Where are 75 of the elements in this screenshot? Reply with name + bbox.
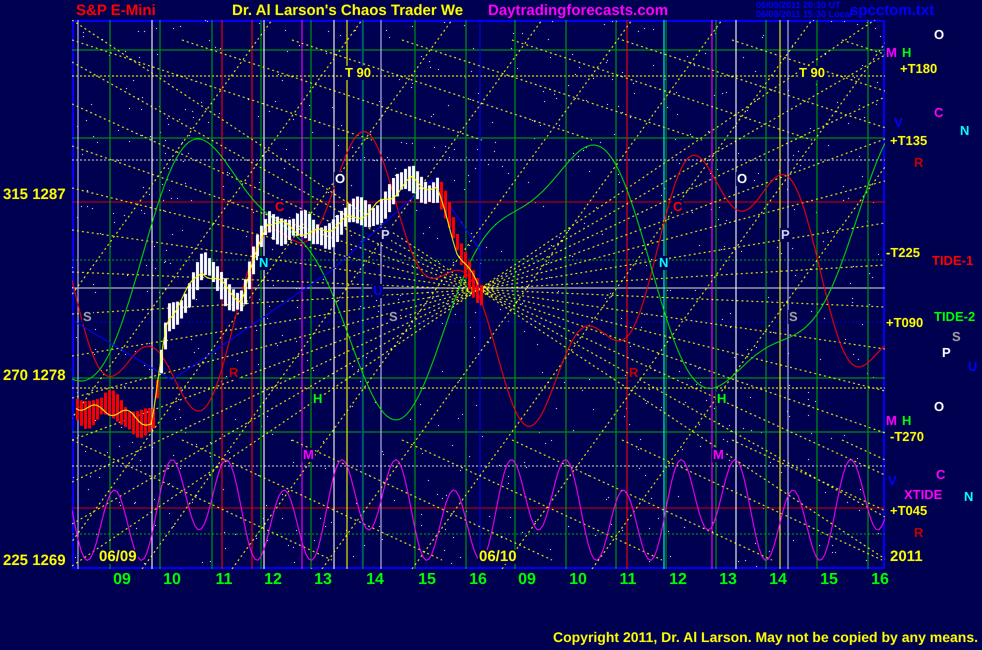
level-label: U [967,360,978,374]
file-name: spcctom.txt [850,2,934,19]
hour-label: 12 [264,571,282,589]
level-label: P [941,346,952,360]
level-label: N [959,124,970,138]
level-label: +T135 [889,134,928,148]
date-label: 06/09 [98,550,138,564]
chart-marker: S [388,310,399,324]
level-label: -T225 [885,246,921,260]
level-label: TIDE-1 [931,254,974,268]
level-label: XTIDE [903,488,944,502]
level-label: TIDE-2 [933,310,976,324]
hour-label: 13 [719,571,737,589]
level-label: O [933,400,946,414]
chart-marker: T 90 [798,66,826,80]
level-label: +T090 [885,316,924,330]
date-label: 06/10 [478,550,518,564]
chart-marker: T 90 [344,66,372,80]
level-label: M [885,46,898,60]
chart-symbol: S&P E-Mini [76,2,156,19]
level-label: R [913,156,924,170]
chart-marker: S [788,310,799,324]
level-label: S [951,330,962,344]
level-label: C [933,106,944,120]
chart-marker: H [716,392,728,406]
chart-marker: P [380,228,391,242]
hour-label: 10 [163,571,181,589]
hour-label: 14 [769,571,787,589]
chart-marker: M [712,448,725,462]
hour-label: 16 [469,571,487,589]
chart-marker: H [312,392,324,406]
chart-marker: O [334,172,346,186]
level-label: +T180 [899,62,938,76]
level-label: V [893,116,904,130]
timestamp-ut: 06/09/2011 20:30 UT [756,1,842,10]
chart-marker: M [302,448,315,462]
chart-marker: O [736,172,748,186]
level-label: O [933,28,946,42]
chart-marker: R [228,366,240,380]
chart-marker: P [780,228,791,242]
chart-marker: C [274,200,286,214]
hour-label: 09 [518,571,536,589]
level-label: M [885,414,898,428]
website-name: Daytradingforecasts.com [488,2,668,19]
level-label: V [887,474,898,488]
hour-label: 15 [820,571,838,589]
hour-label: 11 [216,571,232,589]
chart-marker: C [672,200,684,214]
chart-marker: U [372,284,384,298]
level-label: C [935,468,946,482]
chart-marker: N [658,256,670,270]
level-label: -T270 [889,430,925,444]
y-axis-label: 315 1287 [2,188,67,202]
level-label: R [913,526,924,540]
hour-label: 10 [569,571,587,589]
chart-marker: N [258,256,270,270]
hour-label: 15 [418,571,436,589]
hour-label: 14 [366,571,384,589]
hour-label: 13 [314,571,332,589]
copyright-notice: Copyright 2011, Dr. Al Larson. May not be copied by any means. [552,629,978,645]
level-label: N [963,490,974,504]
y-axis-label: 270 1278 [2,369,67,383]
hour-label: 09 [113,571,131,589]
chart-title: Dr. Al Larson's Chaos Trader We [232,2,464,19]
hour-label: 16 [871,571,889,589]
level-label: +T045 [889,504,928,518]
hour-label: 11 [620,571,636,589]
timestamp-local: 06/09/2011 15:30 Local [756,10,852,19]
level-label: H [901,46,912,60]
level-label: H [901,414,912,428]
chart-marker: R [628,366,640,380]
y-axis-label: 225 1269 [2,554,67,568]
chart-marker: S [82,310,93,324]
hour-label: 12 [669,571,687,589]
date-label: 2011 [889,550,924,564]
